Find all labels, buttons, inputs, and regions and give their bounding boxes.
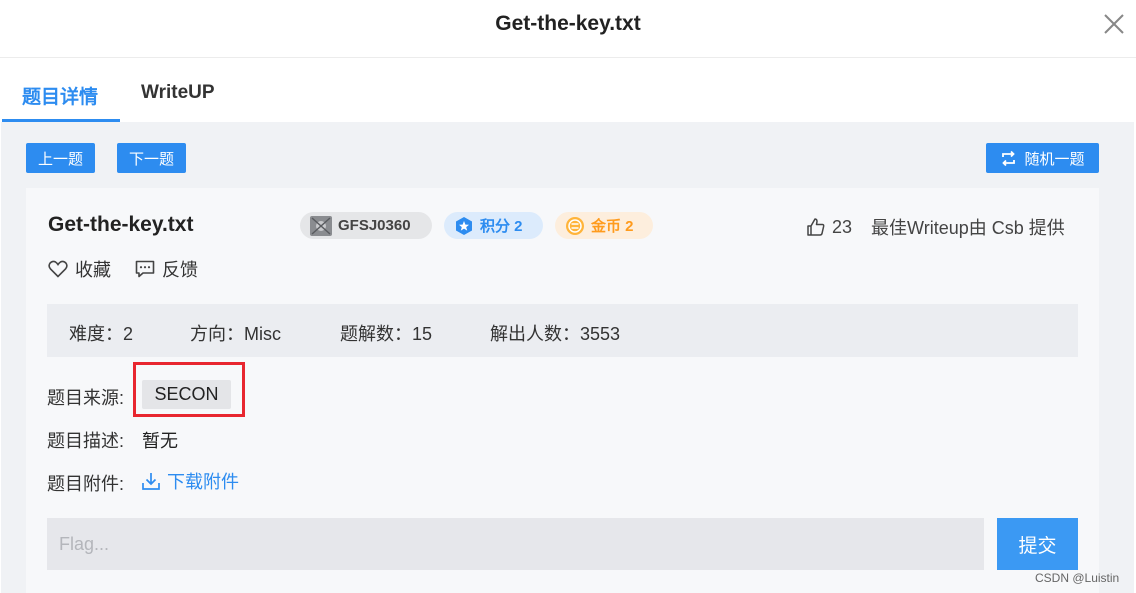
best-writeup-text[interactable]: 最佳Writeup由 Csb 提供 bbox=[871, 214, 1065, 240]
stat-solvers: 解出人数：3553 bbox=[490, 324, 621, 344]
stat-solves: 题解数：15 bbox=[340, 324, 433, 344]
description-label: 题目描述: bbox=[47, 431, 125, 451]
challenge-title: Get-the-key.txt bbox=[48, 213, 194, 236]
download-label: 下载附件 bbox=[167, 472, 239, 492]
coin-value: 金币 2 bbox=[591, 218, 634, 235]
download-icon bbox=[142, 473, 160, 490]
like-area: 23 最佳Writeup由 Csb 提供 bbox=[806, 214, 1065, 240]
close-icon[interactable] bbox=[1101, 11, 1127, 37]
download-attachment-link[interactable]: 下载附件 bbox=[141, 468, 239, 494]
watermark: CSDN @Luistin bbox=[1035, 571, 1120, 585]
heart-icon bbox=[48, 260, 68, 278]
next-challenge-button[interactable]: 下一题 bbox=[117, 143, 186, 173]
prev-challenge-button[interactable]: 上一题 bbox=[26, 143, 95, 173]
modal-header: Get-the-key.txt bbox=[0, 0, 1136, 58]
highlight-annotation bbox=[133, 362, 245, 417]
source-label: 题目来源: bbox=[47, 388, 125, 408]
thumbs-up-icon[interactable] bbox=[806, 217, 826, 237]
feedback-icon bbox=[135, 260, 155, 278]
attachment-label: 题目附件: bbox=[47, 474, 125, 494]
avatar-icon bbox=[310, 215, 332, 236]
submit-button[interactable]: 提交 bbox=[997, 518, 1078, 570]
challenge-id: GFSJ0360 bbox=[338, 217, 411, 234]
stat-difficulty: 难度：2 bbox=[69, 324, 134, 344]
favorite-button[interactable]: 收藏 bbox=[48, 256, 111, 282]
like-count: 23 bbox=[832, 216, 853, 237]
score-star-icon bbox=[456, 216, 472, 235]
feedback-button[interactable]: 反馈 bbox=[135, 256, 198, 282]
challenge-id-badge: GFSJ0360 bbox=[300, 212, 432, 239]
stat-direction: 方向：Misc bbox=[190, 324, 281, 344]
coin-badge: 金币 2 bbox=[555, 212, 653, 239]
modal-title: Get-the-key.txt bbox=[495, 12, 641, 35]
random-challenge-button[interactable]: 随机一题 bbox=[986, 143, 1099, 173]
feedback-label: 反馈 bbox=[162, 260, 198, 280]
score-badge: 积分 2 bbox=[444, 212, 543, 239]
favorite-label: 收藏 bbox=[75, 260, 111, 280]
tab-details[interactable]: 题目详情 bbox=[22, 82, 98, 109]
flag-input[interactable] bbox=[47, 518, 984, 570]
coin-icon bbox=[566, 216, 584, 235]
random-challenge-label: 随机一题 bbox=[1024, 150, 1085, 168]
shuffle-icon bbox=[1002, 150, 1016, 166]
tab-bar: 题目详情 WriteUP bbox=[0, 58, 1136, 122]
description-value: 暂无 bbox=[142, 431, 178, 451]
tab-writeup[interactable]: WriteUP bbox=[141, 82, 215, 104]
score-value: 积分 2 bbox=[480, 218, 523, 235]
